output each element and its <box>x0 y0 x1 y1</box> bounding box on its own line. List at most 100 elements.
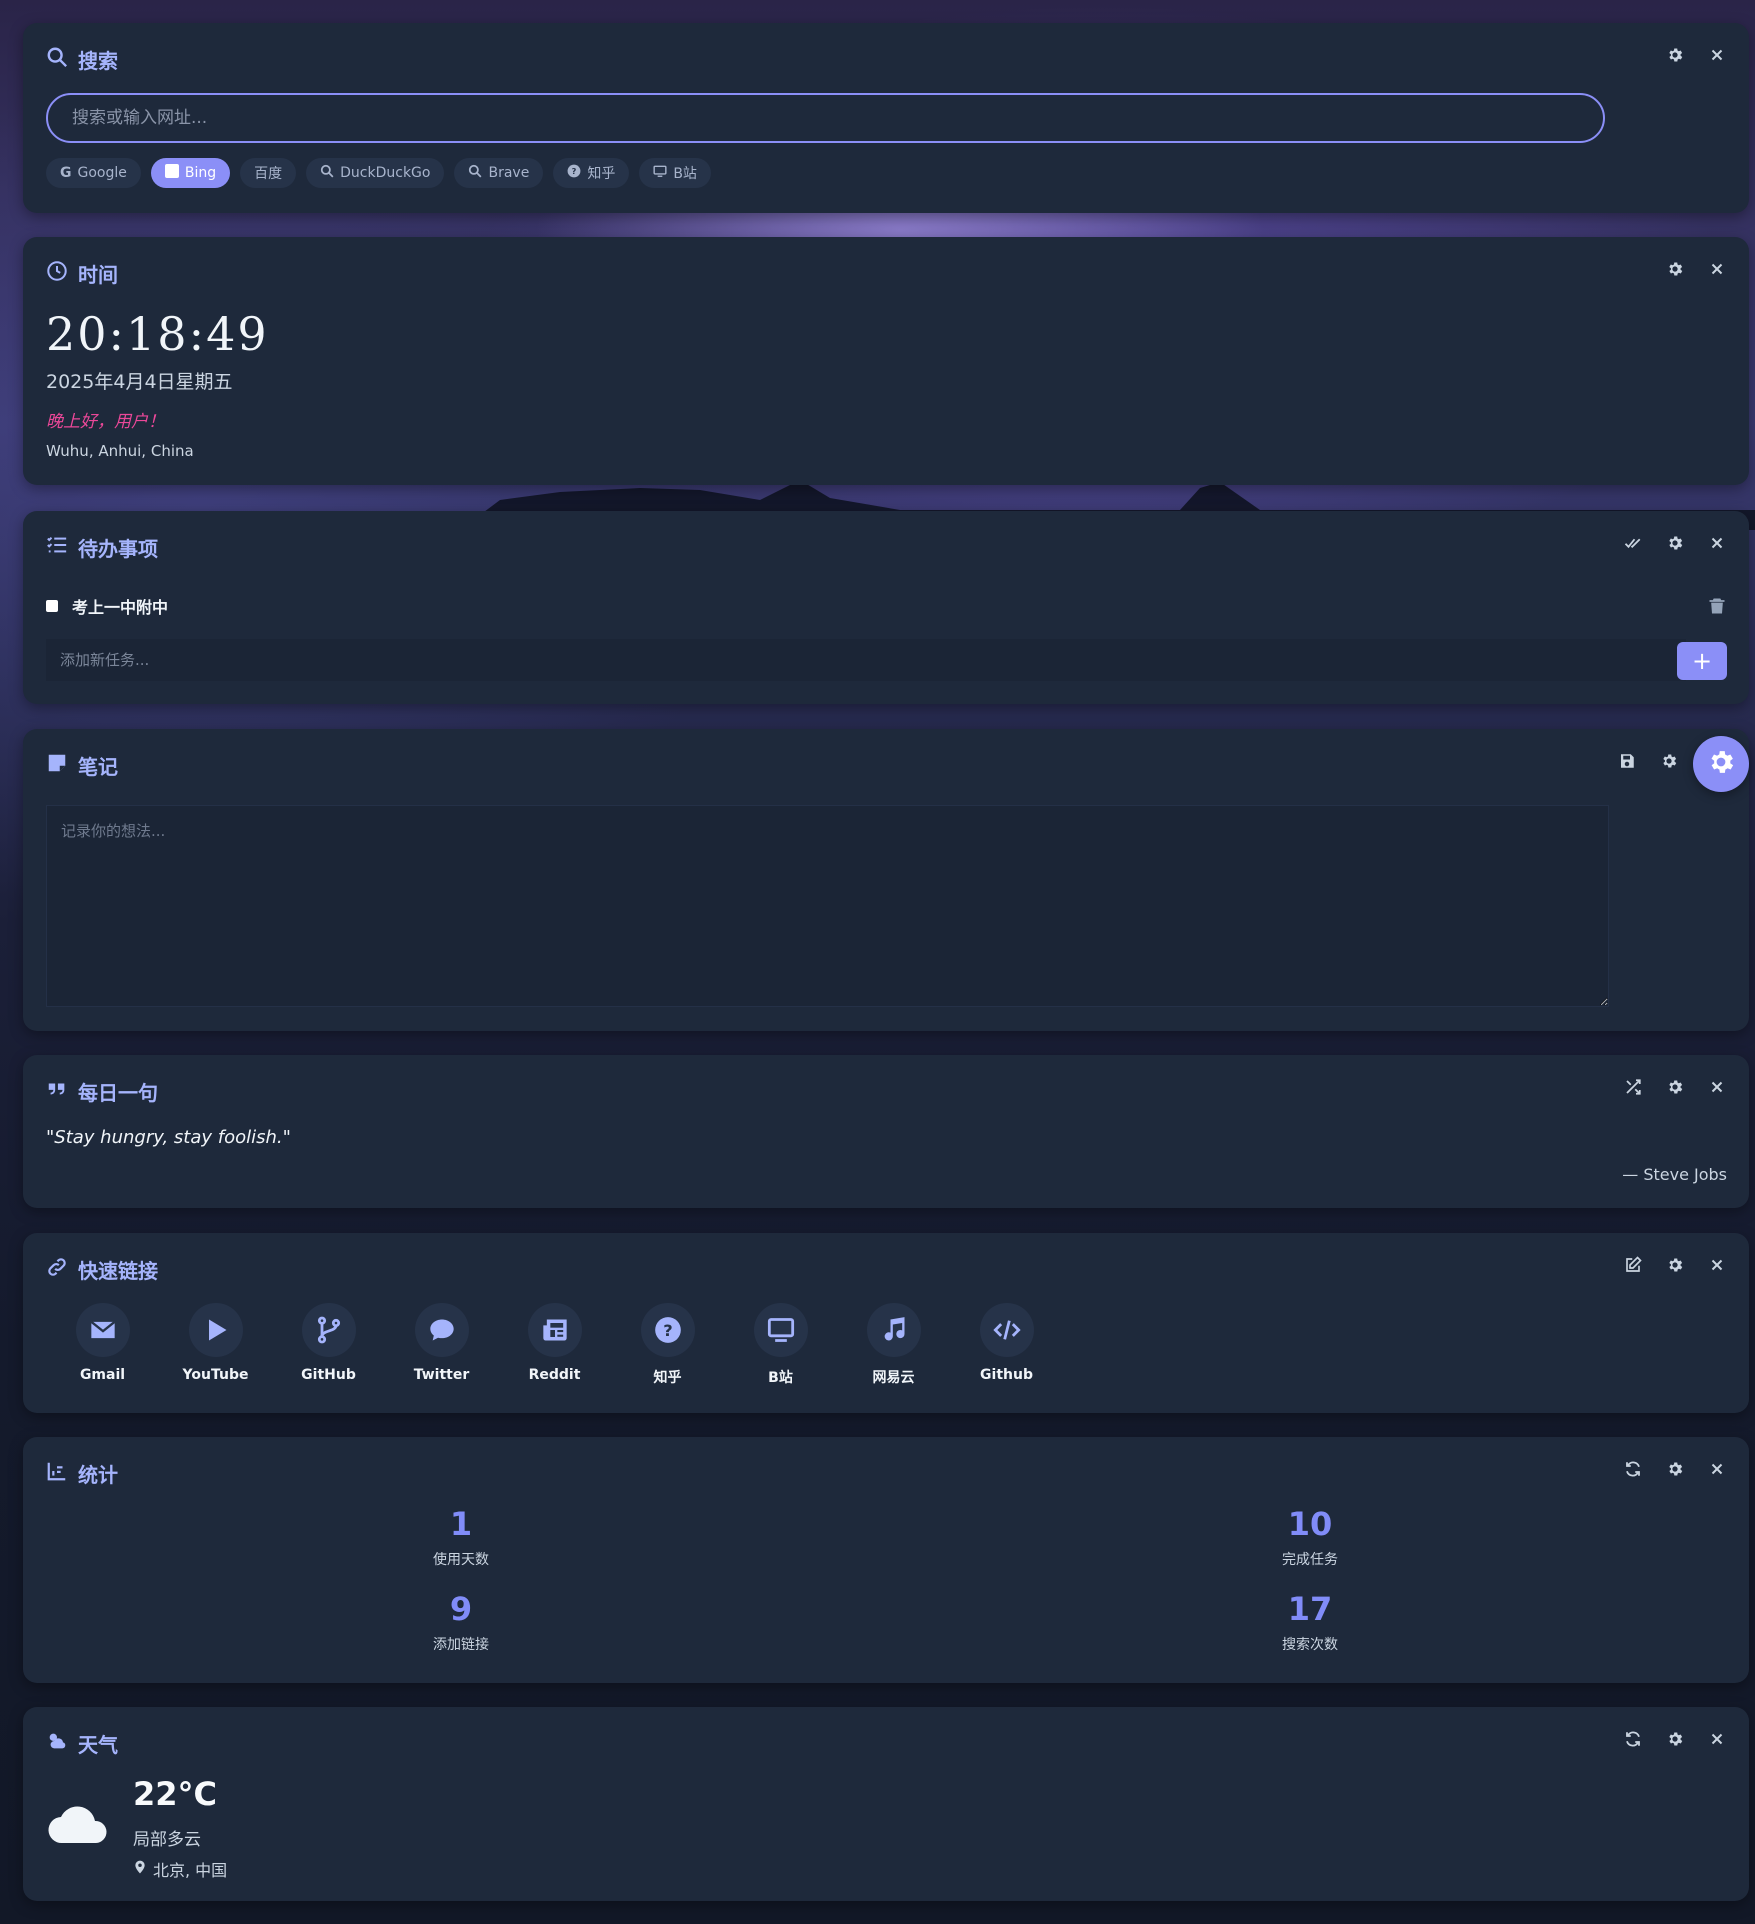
quote-card: 每日一句 "Stay hungry, stay foolish." — Stev… <box>23 1055 1749 1208</box>
close-icon[interactable] <box>1707 45 1727 65</box>
todo-card-header: 待办事项 <box>46 533 158 562</box>
gear-icon[interactable] <box>1665 1459 1685 1479</box>
monitor-icon <box>753 1303 808 1357</box>
greeting-text: 晚上好，用户！ <box>46 412 165 432</box>
gear-icon <box>1706 747 1736 781</box>
add-task-button[interactable]: + <box>1677 642 1727 680</box>
close-icon[interactable] <box>1707 259 1727 279</box>
engine-bing-button[interactable]: Bing <box>150 158 231 188</box>
notes-card-actions <box>1617 751 1679 771</box>
notes-textarea[interactable] <box>46 805 1609 1007</box>
notes-card-header: 笔记 <box>46 751 118 780</box>
map-pin-icon <box>133 1859 147 1879</box>
weather-card-header: 天气 <box>46 1729 118 1758</box>
question-circle-icon: ? <box>567 164 581 182</box>
trash-icon[interactable] <box>1707 596 1727 616</box>
search-icon <box>320 164 334 182</box>
notes-card-title: 笔记 <box>78 755 118 779</box>
stat-added-links: 9 添加链接 <box>433 1590 489 1653</box>
time-card: 时间 20:18:49 2025年4月4日星期五 晚上好，用户！ Wuhu, A… <box>23 237 1749 485</box>
save-icon[interactable] <box>1617 751 1637 771</box>
close-icon[interactable] <box>1707 533 1727 553</box>
clock-icon <box>46 260 68 287</box>
gear-icon[interactable] <box>1665 1077 1685 1097</box>
search-icon <box>46 46 68 73</box>
refresh-icon[interactable] <box>1623 1459 1643 1479</box>
link-github[interactable]: GitHub <box>272 1303 385 1387</box>
weather-card-title: 天气 <box>78 1733 118 1757</box>
links-card-title: 快速链接 <box>78 1259 158 1283</box>
weather-location: 北京, 中国 <box>133 1857 227 1881</box>
list-icon <box>46 534 68 561</box>
link-youtube[interactable]: YouTube <box>159 1303 272 1387</box>
link-reddit[interactable]: Reddit <box>498 1303 611 1387</box>
todo-card-actions <box>1623 533 1727 553</box>
close-icon[interactable] <box>1707 1459 1727 1479</box>
todo-item-text: 考上一中附中 <box>72 598 169 617</box>
google-icon: G <box>60 165 72 181</box>
search-input[interactable] <box>46 93 1605 143</box>
weather-description: 局部多云 <box>133 1830 201 1850</box>
play-icon <box>188 1303 243 1357</box>
stats-card-title: 统计 <box>78 1463 118 1487</box>
quote-card-title: 每日一句 <box>78 1081 158 1105</box>
settings-fab-button[interactable] <box>1693 736 1749 792</box>
check-double-icon[interactable] <box>1623 533 1643 553</box>
link-netease-music[interactable]: 网易云 <box>837 1303 950 1387</box>
gear-icon[interactable] <box>1665 1729 1685 1749</box>
weather-card-actions <box>1623 1729 1727 1749</box>
quote-card-header: 每日一句 <box>46 1077 158 1106</box>
engine-brave-button[interactable]: Brave <box>454 158 544 188</box>
engine-bilibili-button[interactable]: B站 <box>639 158 711 188</box>
gear-icon[interactable] <box>1665 45 1685 65</box>
gear-icon[interactable] <box>1665 1255 1685 1275</box>
time-card-header: 时间 <box>46 259 118 288</box>
close-icon[interactable] <box>1707 1729 1727 1749</box>
todo-card: 待办事项 考上一中附中 + <box>23 511 1749 704</box>
link-gmail[interactable]: Gmail <box>46 1303 159 1387</box>
cloud-icon <box>48 1806 107 1844</box>
todo-checkbox[interactable] <box>46 600 58 612</box>
engine-google-button[interactable]: G Google <box>46 158 141 188</box>
sticky-note-icon <box>46 752 68 779</box>
clock-display: 20:18:49 <box>46 307 269 361</box>
links-card-actions <box>1623 1255 1727 1275</box>
engine-zhihu-button[interactable]: ? 知乎 <box>553 158 630 188</box>
date-display: 2025年4月4日星期五 <box>46 371 233 393</box>
link-bilibili[interactable]: B站 <box>724 1303 837 1387</box>
question-circle-icon: ? <box>640 1303 695 1357</box>
close-icon[interactable] <box>1707 1255 1727 1275</box>
time-card-actions <box>1665 259 1727 279</box>
todo-item: 考上一中附中 <box>46 591 1727 621</box>
music-icon <box>866 1303 921 1357</box>
search-engine-list: G Google Bing 百度 DuckDuckGo Brave ? 知乎 B… <box>46 158 711 188</box>
stats-card: 统计 1 使用天数 10 完成任务 9 添加链接 17 搜索次数 <box>23 1437 1749 1683</box>
shuffle-icon[interactable] <box>1623 1077 1643 1097</box>
edit-icon[interactable] <box>1623 1255 1643 1275</box>
quick-links-list: Gmail YouTube GitHub Twitter Reddit ? 知乎… <box>46 1303 1063 1387</box>
svg-text:?: ? <box>663 1321 672 1340</box>
search-card: 搜索 G Google Bing 百度 DuckDuckGo Brave ? 知… <box>23 23 1749 213</box>
envelope-icon <box>75 1303 130 1357</box>
link-github-code[interactable]: Github <box>950 1303 1063 1387</box>
code-branch-icon <box>301 1303 356 1357</box>
stat-usage-days: 1 使用天数 <box>433 1505 489 1568</box>
bar-chart-icon <box>46 1460 68 1487</box>
refresh-icon[interactable] <box>1623 1729 1643 1749</box>
search-card-header: 搜索 <box>46 45 118 74</box>
gear-icon[interactable] <box>1659 751 1679 771</box>
windows-icon <box>164 164 179 182</box>
search-icon <box>468 164 482 182</box>
new-task-input[interactable] <box>46 639 1686 681</box>
stat-completed-tasks: 10 完成任务 <box>1282 1505 1338 1568</box>
quote-author: — Steve Jobs <box>1622 1165 1727 1184</box>
engine-baidu-button[interactable]: 百度 <box>240 158 297 188</box>
close-icon[interactable] <box>1707 1077 1727 1097</box>
link-zhihu[interactable]: ? 知乎 <box>611 1303 724 1387</box>
gear-icon[interactable] <box>1665 533 1685 553</box>
todo-card-title: 待办事项 <box>78 537 158 561</box>
gear-icon[interactable] <box>1665 259 1685 279</box>
weather-temperature: 22°C <box>133 1775 218 1813</box>
link-twitter[interactable]: Twitter <box>385 1303 498 1387</box>
engine-duckduckgo-button[interactable]: DuckDuckGo <box>306 158 445 188</box>
